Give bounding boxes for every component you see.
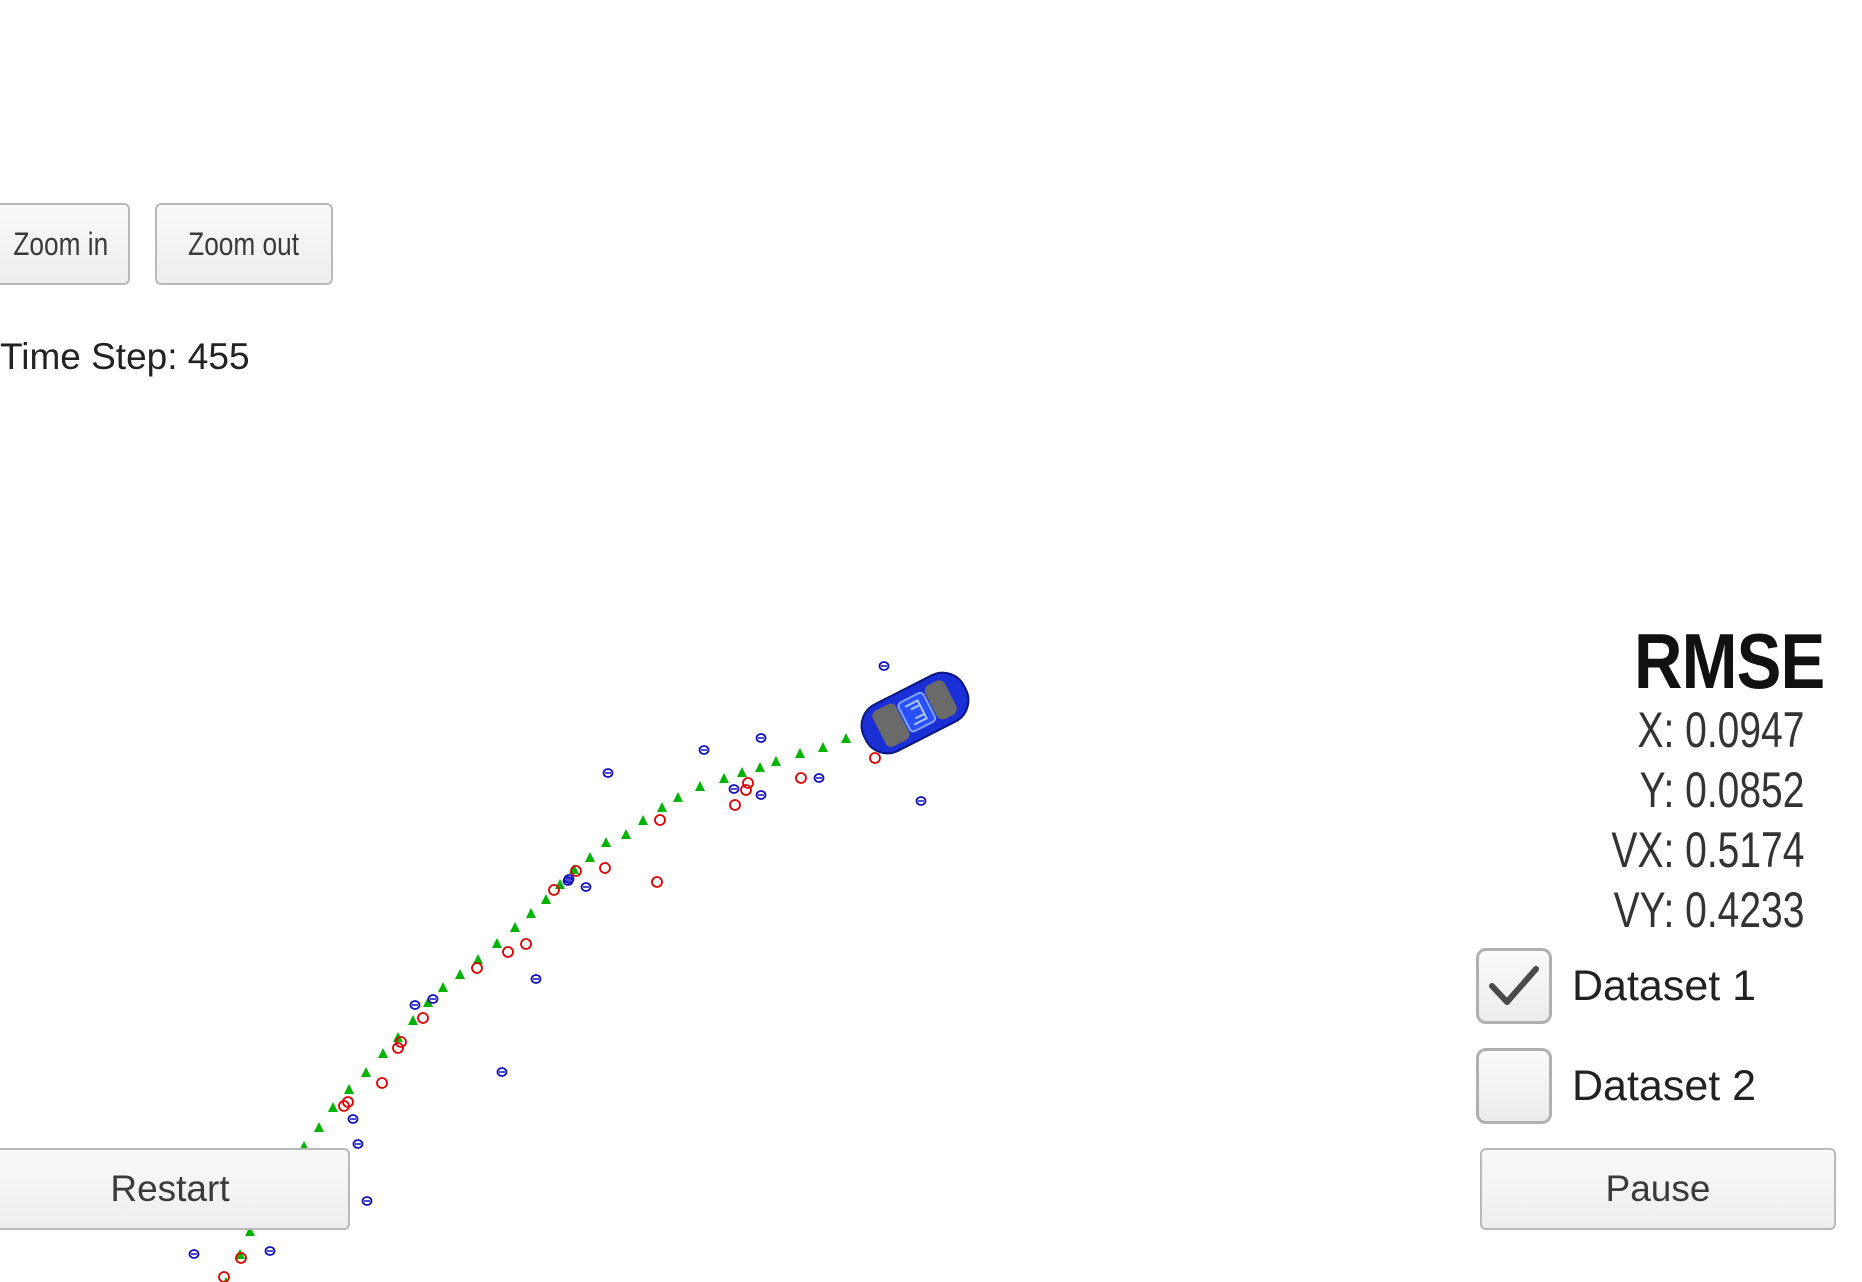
ground-truth-marker bbox=[344, 1084, 354, 1094]
check-icon bbox=[1489, 966, 1539, 1005]
radar-marker bbox=[813, 773, 825, 783]
radar-marker bbox=[496, 1067, 508, 1077]
lidar-marker bbox=[742, 777, 754, 789]
dataset-1-option[interactable]: Dataset 1 bbox=[1476, 948, 1756, 1024]
radar-marker bbox=[264, 1246, 276, 1256]
pause-label: Pause bbox=[1605, 1168, 1711, 1209]
lidar-marker bbox=[392, 1042, 404, 1054]
ground-truth-marker bbox=[526, 908, 536, 918]
lidar-marker bbox=[795, 772, 807, 784]
ground-truth-marker bbox=[378, 1048, 388, 1058]
radar-marker bbox=[728, 784, 740, 794]
ground-truth-marker bbox=[719, 773, 729, 783]
lidar-marker bbox=[502, 946, 514, 958]
lidar-marker bbox=[651, 876, 663, 888]
radar-marker bbox=[352, 1139, 364, 1149]
lidar-marker bbox=[218, 1271, 230, 1282]
ground-truth-marker bbox=[455, 969, 465, 979]
ground-truth-marker bbox=[657, 802, 667, 812]
radar-marker bbox=[427, 994, 439, 1004]
rmse-panel: RMSE X: 0.0947 Y: 0.0852 VX: 0.5174 VY: … bbox=[1557, 617, 1825, 940]
radar-marker bbox=[361, 1196, 373, 1206]
ground-truth-marker bbox=[638, 815, 648, 825]
radar-marker bbox=[347, 1114, 359, 1124]
ground-truth-marker bbox=[841, 733, 851, 743]
restart-button[interactable]: Restart bbox=[0, 1148, 350, 1230]
radar-marker bbox=[409, 1000, 421, 1010]
car-icon bbox=[860, 671, 970, 755]
ground-truth-marker bbox=[585, 852, 595, 862]
lidar-marker bbox=[740, 784, 752, 796]
lidar-marker bbox=[599, 862, 611, 874]
rmse-y: Y: 0.0852 bbox=[1639, 762, 1804, 818]
ground-truth-marker bbox=[541, 894, 551, 904]
lidar-marker bbox=[471, 962, 483, 974]
lidar-marker bbox=[729, 799, 741, 811]
pause-button[interactable]: Pause bbox=[1480, 1148, 1836, 1230]
radar-marker bbox=[915, 796, 927, 806]
rmse-vx: VX: 0.5174 bbox=[1611, 822, 1804, 878]
rmse-vy: VY: 0.4233 bbox=[1613, 882, 1804, 938]
ground-truth-marker bbox=[621, 829, 631, 839]
rmse-x: X: 0.0947 bbox=[1637, 702, 1804, 758]
radar-marker bbox=[530, 974, 542, 984]
ground-truth-marker bbox=[737, 767, 747, 777]
restart-label: Restart bbox=[110, 1168, 230, 1209]
ground-truth-marker bbox=[328, 1102, 338, 1112]
ground-truth-marker bbox=[673, 792, 683, 802]
ground-truth-marker bbox=[795, 748, 805, 758]
ground-truth-marker bbox=[408, 1015, 418, 1025]
dataset-2-label: Dataset 2 bbox=[1572, 1061, 1757, 1110]
ground-truth-marker bbox=[492, 938, 502, 948]
dataset-2-option[interactable]: Dataset 2 bbox=[1476, 1048, 1756, 1124]
radar-marker bbox=[878, 661, 890, 671]
lidar-marker bbox=[376, 1077, 388, 1089]
dataset-2-checkbox[interactable] bbox=[1476, 1048, 1552, 1124]
ground-truth-marker bbox=[438, 982, 448, 992]
dataset-1-label: Dataset 1 bbox=[1572, 961, 1757, 1010]
radar-marker bbox=[755, 790, 767, 800]
ground-truth-marker bbox=[818, 742, 828, 752]
radar-marker bbox=[602, 768, 614, 778]
ground-truth-marker bbox=[361, 1067, 371, 1077]
radar-marker bbox=[188, 1249, 200, 1259]
ground-truth-marker bbox=[771, 756, 781, 766]
ground-truth-marker bbox=[601, 837, 611, 847]
lidar-marker bbox=[548, 884, 560, 896]
ground-truth-marker bbox=[510, 922, 520, 932]
lidar-marker bbox=[520, 938, 532, 950]
lidar-marker bbox=[654, 814, 666, 826]
ground-truth-marker bbox=[755, 762, 765, 772]
ground-truth-marker bbox=[695, 781, 705, 791]
lidar-marker bbox=[869, 752, 881, 764]
ground-truth-marker bbox=[314, 1122, 324, 1132]
rmse-title: RMSE bbox=[1633, 617, 1825, 705]
radar-marker bbox=[580, 882, 592, 892]
radar-marker bbox=[698, 745, 710, 755]
radar-marker bbox=[755, 733, 767, 743]
dataset-1-checkbox[interactable] bbox=[1476, 948, 1552, 1024]
lidar-marker bbox=[417, 1012, 429, 1024]
